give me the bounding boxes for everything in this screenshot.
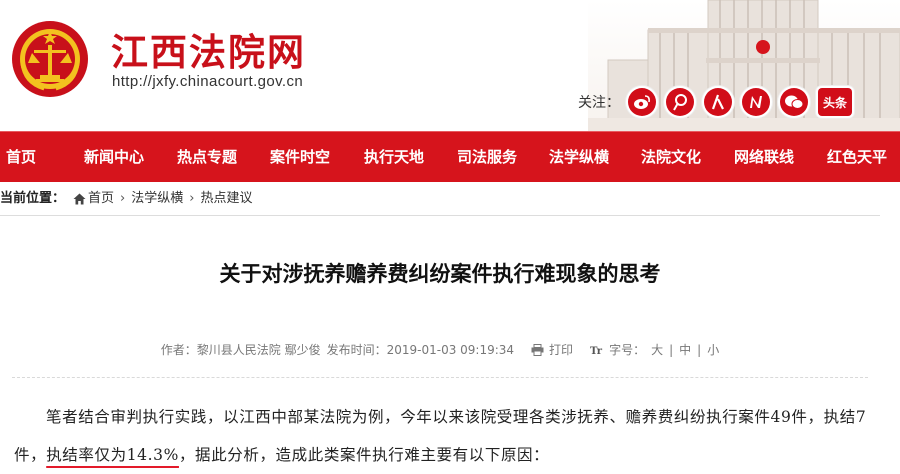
- nav-item-news[interactable]: 新闻中心: [84, 132, 144, 182]
- article-published: 发布时间：2019-01-03 09:19:34: [326, 343, 515, 357]
- breadcrumb-home[interactable]: 首页: [88, 186, 114, 212]
- font-size-icon: Tr: [590, 344, 604, 356]
- separator-bar: |: [669, 342, 674, 357]
- netease-icon[interactable]: [742, 88, 770, 116]
- nav-item-home[interactable]: 首页: [6, 132, 36, 182]
- nav-item-network[interactable]: 网络联线: [734, 132, 794, 182]
- chevron-right-icon: ›: [189, 191, 195, 206]
- article-title: 关于对涉抚养赡养费纠纷案件执行难现象的思考: [219, 262, 661, 286]
- nav-item-red-scales[interactable]: 红色天平: [827, 132, 887, 182]
- paragraph-text: ，据此分析，造成此类案件执行难主要有以下原因：: [178, 446, 550, 464]
- follow-label: 关注：: [578, 94, 620, 110]
- article-meta: 作者：黎川县人民法院 鄢少俊 发布时间：2019-01-03 09:19:34 …: [0, 341, 880, 358]
- nav-item-cases[interactable]: 案件时空: [270, 132, 330, 182]
- weibo-icon[interactable]: [628, 88, 656, 116]
- chevron-right-icon: ›: [120, 191, 126, 206]
- article-paragraph: 笔者结合审判执行实践，以江西中部某法院为例，今年以来该院受理各类涉抚养、赡养费纠…: [14, 398, 874, 474]
- home-icon: [73, 193, 86, 205]
- breadcrumb-legal-studies[interactable]: 法学纵横: [131, 186, 183, 212]
- print-link[interactable]: 打印: [549, 341, 573, 358]
- site-title[interactable]: 江西法院网: [111, 22, 306, 76]
- separator-bar: |: [697, 342, 702, 357]
- tencent-weibo-icon[interactable]: [666, 88, 694, 116]
- font-size-medium[interactable]: 中: [679, 341, 691, 358]
- nav-item-legal-studies[interactable]: 法学纵横: [549, 132, 609, 182]
- people-icon[interactable]: [704, 88, 732, 116]
- nav-item-judicial-service[interactable]: 司法服务: [457, 132, 517, 182]
- main-nav: 首页 新闻中心 热点专题 案件时空 执行天地 司法服务 法学纵横 法院文化 网络…: [0, 131, 900, 182]
- breadcrumb: 当前位置： 首页 › 法学纵横 › 热点建议: [0, 186, 252, 212]
- divider: [0, 215, 880, 216]
- font-size-large[interactable]: 大: [651, 341, 663, 358]
- toutiao-icon[interactable]: 头条: [818, 88, 852, 116]
- svg-text:Tr: Tr: [590, 346, 603, 356]
- printer-icon[interactable]: [531, 343, 544, 356]
- breadcrumb-label: 当前位置：: [0, 191, 66, 206]
- nav-item-court-culture[interactable]: 法院文化: [641, 132, 701, 182]
- nav-item-enforcement[interactable]: 执行天地: [364, 132, 424, 182]
- divider: [12, 377, 868, 378]
- breadcrumb-hot-suggestions[interactable]: 热点建议: [200, 186, 252, 212]
- follow-bar: 关注： 头条: [578, 86, 862, 118]
- site-header: 江西法院网 http://jxfy.chinacourt.gov.cn 关注： …: [0, 0, 900, 131]
- highlighted-text: 执结率仅为14.3%: [46, 446, 179, 464]
- font-size-small[interactable]: 小: [707, 341, 719, 358]
- site-url[interactable]: http://jxfy.chinacourt.gov.cn: [112, 73, 303, 90]
- court-emblem-icon: [12, 21, 88, 97]
- wechat-icon[interactable]: [780, 88, 808, 116]
- font-size-label: 字号：: [609, 343, 646, 357]
- nav-item-hot-topics[interactable]: 热点专题: [177, 132, 237, 182]
- article-author: 作者：黎川县人民法院 鄢少俊: [160, 343, 321, 357]
